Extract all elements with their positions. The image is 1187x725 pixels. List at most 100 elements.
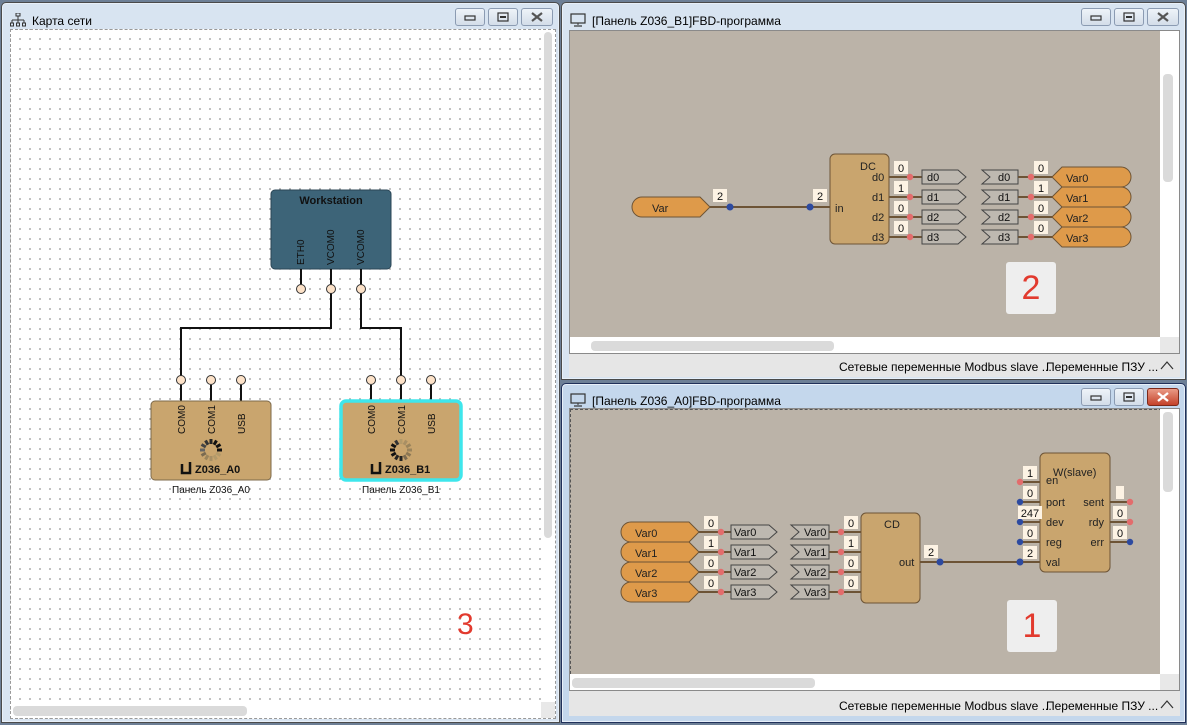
restore-icon (1123, 392, 1135, 402)
port-label-eth0: ETH0 (296, 239, 307, 265)
status-rom-vars[interactable]: Переменные ПЗУ ... (1046, 360, 1158, 374)
w-input-pin-label: en (1046, 475, 1058, 487)
pin-dot (1027, 213, 1035, 221)
var-output-label: Var1 (1066, 193, 1088, 205)
horizontal-scroll-thumb[interactable] (591, 341, 834, 351)
minimize-icon (1090, 15, 1102, 21)
dc-output-pin-label: d2 (872, 212, 884, 224)
minimize-icon (1090, 395, 1102, 401)
vertical-scroll-thumb[interactable] (1163, 412, 1173, 492)
dc-in-value: 2 (817, 191, 823, 203)
annotation-2: 2 (1006, 262, 1056, 314)
minimize-button[interactable] (455, 8, 485, 26)
maximize-button[interactable] (1114, 8, 1144, 26)
panel-node-z036-b1[interactable]: COM0 COM1 USB Z036_B1 (339, 375, 463, 482)
close-button[interactable] (1147, 8, 1179, 26)
close-icon (1157, 12, 1169, 22)
output-tag-label: Var3 (734, 587, 756, 599)
pin-dot (837, 588, 845, 596)
cd-input-value: 0 (848, 578, 854, 590)
w-slave-block[interactable]: W(slave) (1039, 452, 1111, 573)
pin-dot (717, 548, 725, 556)
vertical-scrollbar[interactable] (1160, 409, 1179, 674)
pin-dot (837, 568, 845, 576)
pin-dot (1126, 498, 1134, 506)
pin-dot (837, 528, 845, 536)
horizontal-scroll-thumb[interactable] (572, 678, 815, 688)
monitor-icon (570, 393, 586, 407)
pin-dot (1016, 538, 1024, 546)
pin-dot (1027, 193, 1035, 201)
dc-output-pin-label: d3 (872, 232, 884, 244)
cd-block[interactable]: CD out (860, 512, 921, 604)
chevron-up-icon[interactable] (1160, 360, 1174, 370)
input-tag-label: d2 (998, 212, 1010, 224)
fbd-a0-canvas[interactable]: Var00Var0Var00d0Var11Var1Var11d1Var20Var… (570, 409, 1162, 674)
status-modbus-vars[interactable]: Сетевые переменные Modbus slave ... (839, 699, 1052, 713)
horizontal-scroll-thumb[interactable] (13, 706, 247, 716)
fbd-b1-canvas[interactable]: Var 2 2 DC in d0 0 d0 d0 0 Var0 d1 1 d1 d1 1 Var1 d2… (570, 31, 1162, 337)
svg-text:COM0: COM0 (367, 405, 378, 434)
cd-input-value: 0 (848, 558, 854, 570)
pin-dot (1016, 498, 1024, 506)
close-button[interactable] (1147, 388, 1179, 406)
maximize-button[interactable] (1114, 388, 1144, 406)
network-map-window: Карта сети Workstation ETH0 VCOM0 VCOM0 (1, 2, 560, 723)
workstation-node[interactable]: Workstation ETH0 VCOM0 VCOM0 (270, 189, 392, 294)
minimize-button[interactable] (1081, 8, 1111, 26)
output-tag-label: d3 (927, 232, 939, 244)
var-output-block[interactable] (1051, 166, 1132, 188)
var-input-block[interactable] (620, 581, 700, 603)
dc-output-value: 0 (898, 163, 904, 175)
status-rom-vars[interactable]: Переменные ПЗУ ... (1046, 699, 1158, 713)
var-value: 2 (717, 191, 723, 203)
var-input-block[interactable] (620, 521, 700, 543)
network-tree-icon (10, 13, 26, 27)
horizontal-scrollbar[interactable] (11, 702, 543, 718)
chevron-up-icon[interactable] (1160, 699, 1174, 709)
var-output-value: 0 (1038, 163, 1044, 175)
w-input-value: 1 (1027, 468, 1033, 480)
panel-node-z036-a0[interactable]: COM0 COM1 USB Z036_A0 (150, 375, 272, 481)
horizontal-scrollbar[interactable] (570, 674, 1162, 690)
port-label-vcom0-a: VCOM0 (326, 229, 337, 265)
w-input-pin-label: port (1046, 497, 1065, 509)
maximize-button[interactable] (488, 8, 518, 26)
var-output-block[interactable] (1051, 186, 1132, 208)
pin-dot (717, 588, 725, 596)
minimize-button[interactable] (1081, 388, 1111, 406)
network-map-title: Карта сети (32, 14, 92, 28)
pin-dot (1027, 173, 1035, 181)
w-output-pin-label: err (1091, 537, 1105, 549)
input-tag-label: Var1 (804, 547, 826, 559)
var-input-label: Var1 (635, 548, 657, 560)
var-output-block[interactable] (1051, 226, 1132, 248)
status-modbus-vars[interactable]: Сетевые переменные Modbus slave ... (839, 360, 1052, 374)
cd-input-value: 0 (848, 518, 854, 530)
var-output-block[interactable] (1051, 206, 1132, 228)
output-tag-label: d0 (927, 172, 939, 184)
var-input-block[interactable]: Var (631, 196, 711, 218)
svg-text:COM1: COM1 (207, 405, 218, 434)
vertical-scrollbar[interactable] (1160, 31, 1179, 337)
fbd-b1-statusbar: Сетевые переменные Modbus slave ... Пере… (569, 354, 1180, 377)
network-canvas[interactable]: Workstation ETH0 VCOM0 VCOM0 COM0 COM1 U… (10, 29, 556, 719)
svg-text:USB: USB (427, 413, 438, 434)
pin-dot (906, 213, 914, 221)
output-tag-label: Var0 (734, 527, 756, 539)
horizontal-scrollbar[interactable] (570, 337, 1162, 353)
vertical-scroll-thumb[interactable] (1163, 74, 1173, 182)
var-input-block[interactable] (620, 541, 700, 563)
dc-output-value: 0 (898, 203, 904, 215)
var-input-value: 0 (708, 558, 714, 570)
dc-output-value: 1 (898, 183, 904, 195)
fbd-a0-window: [Панель Z036_A0]FBD-программа Var0 0 Var0 V… (561, 383, 1186, 723)
var-input-block[interactable] (620, 561, 700, 583)
close-button[interactable] (521, 8, 553, 26)
fbd-b1-titlebar[interactable]: [Панель Z036_B1]FBD-программа (562, 3, 1185, 33)
w-input-pin-label: val (1046, 557, 1060, 569)
close-icon (1157, 392, 1169, 402)
vertical-scrollbar[interactable] (541, 30, 555, 704)
input-tag-label: d3 (998, 232, 1010, 244)
vertical-scroll-thumb[interactable] (544, 32, 552, 538)
